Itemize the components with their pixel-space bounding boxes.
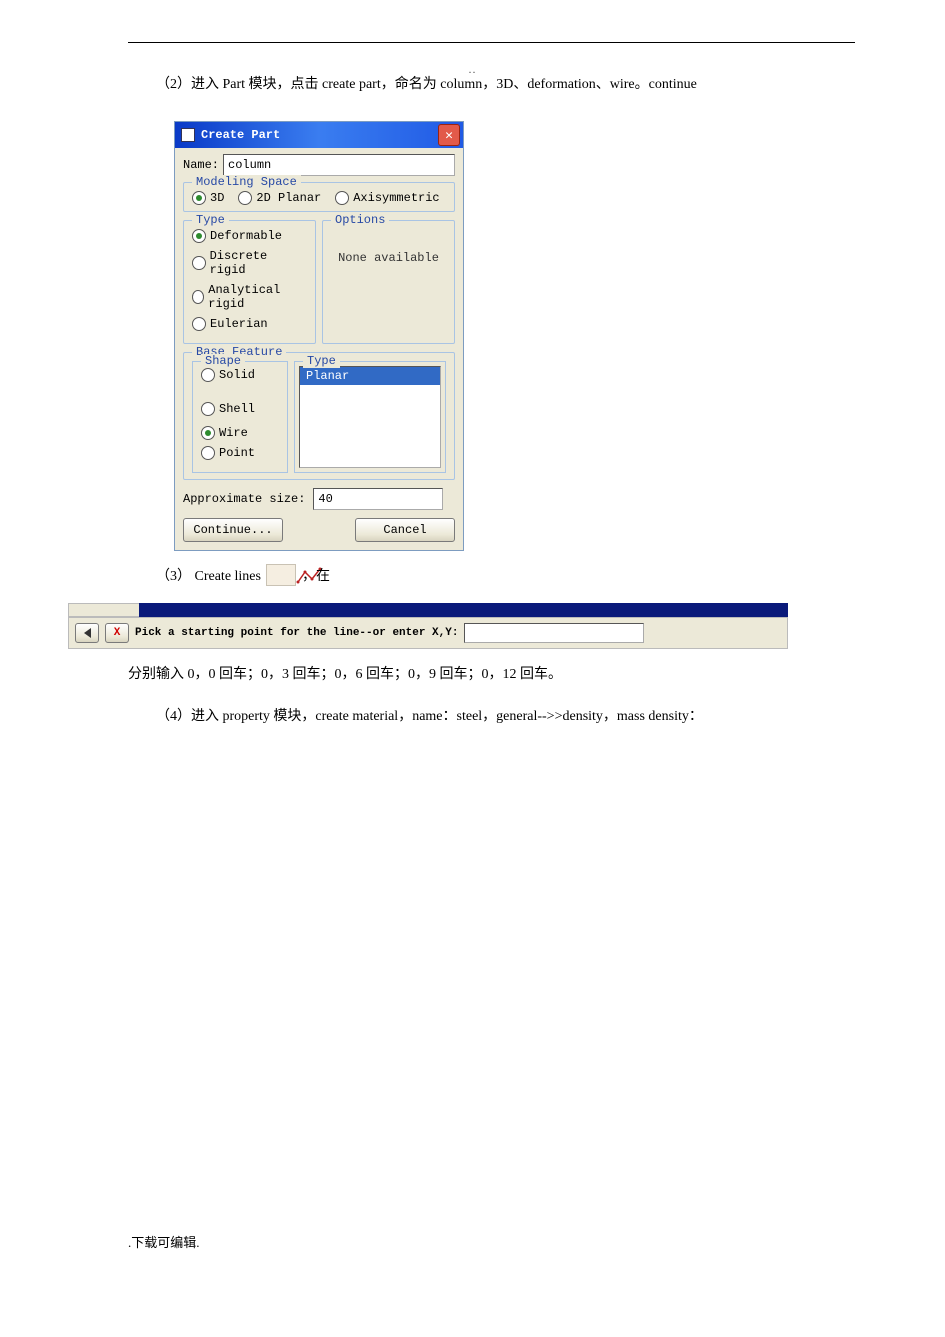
radio-solid[interactable]: Solid	[201, 368, 279, 382]
radio-deformable-label: Deformable	[210, 229, 282, 243]
prompt-bar-wrap: X Pick a starting point for the line--or…	[68, 603, 788, 649]
radio-point-label: Point	[219, 446, 255, 460]
radio-wire[interactable]: Wire	[201, 426, 248, 440]
radio-2d-label: 2D Planar	[256, 191, 321, 205]
radio-dot-icon	[192, 256, 206, 270]
approx-size-label: Approximate size:	[183, 492, 305, 506]
cancel-button[interactable]: Cancel	[355, 518, 455, 542]
para3-after: ，在	[302, 569, 330, 584]
close-button[interactable]: ✕	[438, 124, 460, 146]
shape-group: Shape Solid Shell	[192, 361, 288, 473]
radio-dot-icon	[192, 290, 204, 304]
prompt-spacer	[68, 603, 139, 617]
back-button[interactable]	[75, 623, 99, 643]
prompt-navy-strip	[139, 603, 788, 617]
header-dots: ..	[469, 62, 477, 77]
radio-shell[interactable]: Shell	[201, 402, 255, 416]
radio-dot-icon	[201, 426, 215, 440]
header-rule	[128, 42, 855, 43]
dialog-title: Create Part	[201, 128, 280, 142]
cancel-x-icon: X	[114, 627, 121, 639]
radio-dot-icon	[201, 402, 215, 416]
radio-solid-label: Solid	[219, 368, 255, 382]
app-icon	[181, 128, 195, 142]
dialog-titlebar[interactable]: Create Part ✕	[175, 122, 463, 148]
radio-axisymmetric[interactable]: Axisymmetric	[335, 191, 439, 205]
radio-discrete-rigid[interactable]: Discrete rigid	[192, 249, 307, 277]
radio-dot-icon	[201, 446, 215, 460]
name-input[interactable]	[223, 154, 455, 176]
shape-legend: Shape	[201, 354, 245, 368]
paragraph-2: （2）进入 Part 模块，点击 create part，命名为 column，…	[128, 69, 855, 101]
radio-discrete-label: Discrete rigid	[210, 249, 307, 277]
cancel-x-button[interactable]: X	[105, 623, 129, 643]
radio-deformable[interactable]: Deformable	[192, 229, 307, 243]
radio-dot-icon	[192, 191, 206, 205]
options-group: Options None available	[322, 220, 455, 344]
radio-3d[interactable]: 3D	[192, 191, 224, 205]
radio-analytical-label: Analytical rigid	[208, 283, 307, 311]
para3-before: （3） Create lines	[156, 569, 264, 584]
close-icon: ✕	[445, 129, 453, 142]
name-label: Name:	[183, 158, 219, 172]
paragraph-inputs: 分别输入 0，0 回车；0，3 回车；0，6 回车；0，9 回车；0，12 回车…	[128, 659, 855, 691]
radio-dot-icon	[201, 368, 215, 382]
prompt-text: Pick a starting point for the line--or e…	[135, 627, 458, 639]
bf-type-legend: Type	[303, 354, 340, 368]
bf-type-list[interactable]: Planar	[299, 366, 441, 468]
radio-wire-label: Wire	[219, 426, 248, 440]
bf-type-item-planar[interactable]: Planar	[300, 367, 440, 385]
radio-dot-icon	[238, 191, 252, 205]
base-feature-group: Base Feature Shape Solid Shell	[183, 352, 455, 480]
create-part-dialog: Create Part ✕ Name: Modeling Space 3D	[174, 121, 464, 551]
radio-dot-icon	[192, 229, 206, 243]
bf-type-group: Type Planar	[294, 361, 446, 473]
approx-size-input[interactable]	[313, 488, 443, 510]
radio-point[interactable]: Point	[201, 446, 255, 460]
radio-2d-planar[interactable]: 2D Planar	[238, 191, 321, 205]
modeling-space-legend: Modeling Space	[192, 175, 301, 189]
radio-analytical-rigid[interactable]: Analytical rigid	[192, 283, 307, 311]
create-lines-icon	[266, 564, 296, 586]
radio-dot-icon	[192, 317, 206, 331]
radio-shell-label: Shell	[219, 402, 255, 416]
radio-eulerian[interactable]: Eulerian	[192, 317, 307, 331]
continue-button[interactable]: Continue...	[183, 518, 283, 542]
radio-axi-label: Axisymmetric	[353, 191, 439, 205]
radio-3d-label: 3D	[210, 191, 224, 205]
options-legend: Options	[331, 213, 389, 227]
radio-eulerian-label: Eulerian	[210, 317, 268, 331]
footer-editable: .下载可编辑.	[128, 1232, 200, 1251]
modeling-space-group: Modeling Space 3D 2D Planar Axisymmetric	[183, 182, 455, 212]
radio-dot-icon	[335, 191, 349, 205]
type-group: Type Deformable Discrete rigid Analytica…	[183, 220, 316, 344]
paragraph-4: （4）进入 property 模块，create material，name：s…	[128, 701, 855, 733]
paragraph-3: （3） Create lines ，在	[128, 561, 855, 593]
options-text: None available	[331, 229, 446, 265]
arrow-left-icon	[84, 628, 91, 638]
xy-input[interactable]	[464, 623, 644, 643]
type-legend: Type	[192, 213, 229, 227]
